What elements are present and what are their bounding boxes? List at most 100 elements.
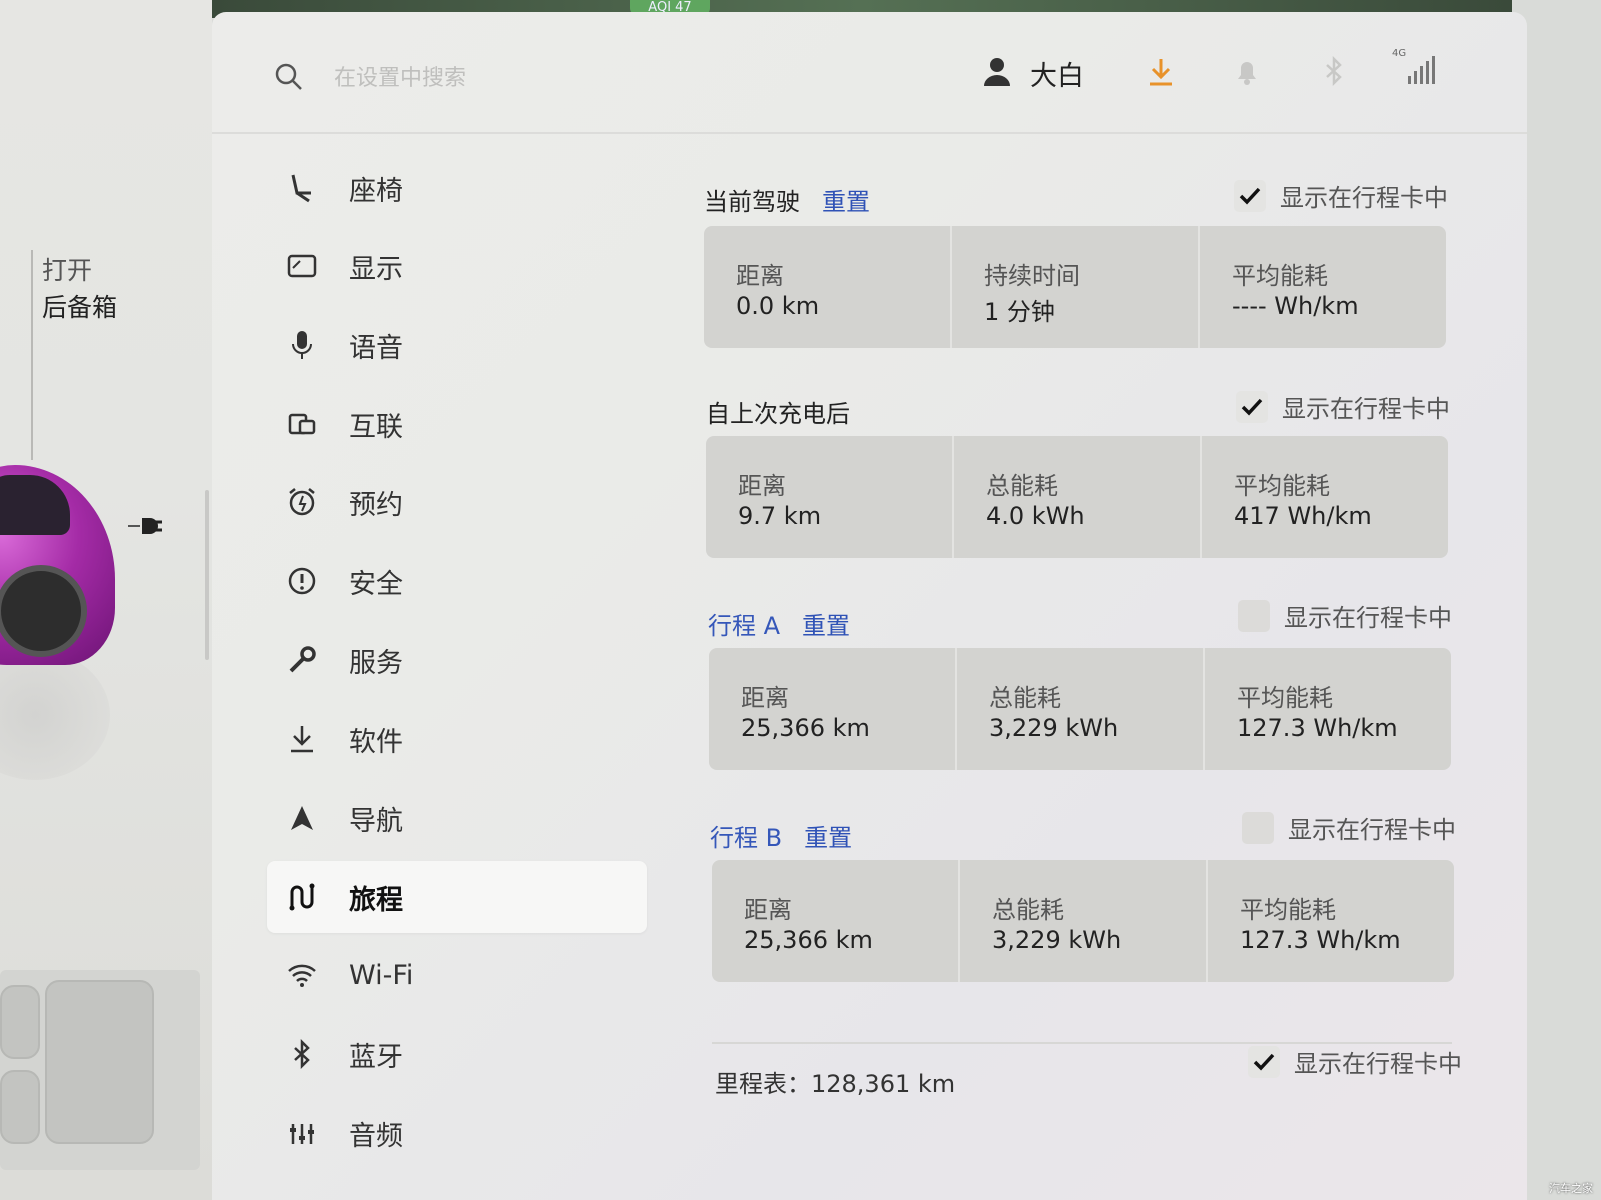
- stat-key: 总能耗: [986, 472, 1058, 500]
- checkbox-label: 显示在行程卡中: [1288, 816, 1456, 844]
- stat-cell: 平均能耗 127.3 Wh/km: [1208, 860, 1454, 982]
- nav-item-safety[interactable]: 安全: [267, 545, 647, 617]
- show-in-trip-card-since-charge[interactable]: 显示在行程卡中: [1236, 389, 1450, 424]
- nav-label: 导航: [349, 805, 403, 837]
- checkbox-label: 显示在行程卡中: [1282, 395, 1450, 423]
- trip-a-card: 距离 25,366 km 总能耗 3,229 kWh 平均能耗 127.3 Wh/km: [709, 648, 1451, 770]
- stat-value: 4.0 kWh: [986, 502, 1085, 530]
- trip-icon: [285, 880, 319, 914]
- checkbox-checked[interactable]: [1236, 390, 1268, 423]
- open-trunk-button[interactable]: 打开 后备箱: [42, 252, 117, 326]
- show-in-trip-card-current[interactable]: 显示在行程卡中: [1234, 178, 1448, 213]
- seat-heater-card[interactable]: [0, 970, 200, 1170]
- nav-item-trips[interactable]: 旅程: [267, 861, 647, 933]
- stat-key: 平均能耗: [1232, 262, 1328, 290]
- cellular-signal-icon: [1408, 56, 1435, 84]
- nav-label: 旅程: [349, 884, 403, 916]
- microphone-icon: [285, 328, 319, 362]
- odometer: 里程表：128,361 km: [715, 1070, 956, 1098]
- connectivity-icon: [285, 407, 319, 441]
- nav-item-audio[interactable]: 音频: [267, 1097, 647, 1169]
- stat-key: 总能耗: [989, 684, 1061, 712]
- trunk-label-line1: 打开: [42, 256, 93, 285]
- nav-label: 软件: [349, 726, 403, 758]
- nav-item-wifi[interactable]: Wi-Fi: [267, 939, 647, 1011]
- nav-label: 预约: [349, 489, 403, 521]
- section-title: 行程 A: [708, 612, 781, 640]
- settings-panel: 大白 4G 座椅 显示: [212, 12, 1527, 1200]
- stat-cell: 总能耗 3,229 kWh: [960, 860, 1208, 982]
- reset-trip-a-button[interactable]: 重置: [802, 612, 850, 640]
- seat-icon: [0, 1070, 40, 1144]
- trunk-label-line2: 后备箱: [42, 293, 118, 322]
- show-in-trip-card-trip-a[interactable]: 显示在行程卡中: [1238, 598, 1452, 633]
- stat-key: 持续时间: [984, 262, 1080, 290]
- alert-circle-icon: [285, 564, 319, 598]
- nav-item-connectivity[interactable]: 互联: [267, 388, 647, 460]
- show-in-trip-card-odometer[interactable]: 显示在行程卡中: [1248, 1044, 1462, 1079]
- nav-item-software[interactable]: 软件: [267, 703, 647, 775]
- download-icon: [285, 722, 319, 756]
- stat-cell: 持续时间 1 分钟: [952, 226, 1200, 348]
- stat-key: 距离: [738, 472, 786, 500]
- stat-key: 平均能耗: [1237, 684, 1333, 712]
- seat-icon: [285, 171, 319, 205]
- bluetooth-icon[interactable]: [1322, 56, 1346, 86]
- stat-cell: 距离 25,366 km: [709, 648, 957, 770]
- stat-value: 417 Wh/km: [1234, 502, 1372, 530]
- trip-b-card: 距离 25,366 km 总能耗 3,229 kWh 平均能耗 127.3 Wh/km: [712, 860, 1454, 982]
- trip-a-title: 行程 A 重置: [708, 606, 850, 641]
- stat-value: 3,229 kWh: [989, 714, 1119, 742]
- nav-item-display[interactable]: 显示: [267, 230, 647, 302]
- trunk-divider: [31, 250, 33, 460]
- stat-cell: 平均能耗 ---- Wh/km: [1200, 226, 1446, 348]
- wifi-icon: [285, 958, 319, 992]
- car-reflection: [0, 650, 110, 780]
- nav-label: 蓝牙: [349, 1041, 403, 1073]
- nav-item-schedule[interactable]: 预约: [267, 466, 647, 538]
- download-update-icon[interactable]: [1147, 57, 1175, 87]
- reset-trip-b-button[interactable]: 重置: [804, 824, 852, 852]
- since-charge-card: 距离 9.7 km 总能耗 4.0 kWh 平均能耗 417 Wh/km: [706, 436, 1448, 558]
- stat-key: 距离: [741, 684, 789, 712]
- stat-value: 9.7 km: [738, 502, 822, 530]
- nav-label: Wi-Fi: [349, 959, 414, 991]
- checkbox-unchecked[interactable]: [1238, 599, 1270, 632]
- checkbox-label: 显示在行程卡中: [1294, 1050, 1462, 1078]
- bell-icon[interactable]: [1234, 57, 1260, 87]
- section-title: 自上次充电后: [706, 400, 850, 428]
- rear-bench-icon: [45, 980, 154, 1144]
- stat-value: 3,229 kWh: [992, 926, 1122, 954]
- nav-item-voice[interactable]: 语音: [267, 309, 647, 381]
- reset-current-drive-button[interactable]: 重置: [822, 188, 870, 216]
- watermark: 汽车之家: [1549, 1182, 1593, 1195]
- nav-label: 音频: [349, 1120, 403, 1152]
- stat-key: 距离: [736, 262, 784, 290]
- car-view-panel: 打开 后备箱: [0, 0, 212, 1200]
- section-title: 行程 B: [710, 824, 783, 852]
- nav-item-seats[interactable]: 座椅: [267, 152, 647, 224]
- nav-item-navigation[interactable]: 导航: [267, 782, 647, 854]
- nav-item-bluetooth[interactable]: 蓝牙: [267, 1018, 647, 1090]
- nav-item-service[interactable]: 服务: [267, 624, 647, 696]
- car-view-scrollbar[interactable]: [205, 490, 209, 660]
- alarm-clock-icon: [285, 485, 319, 519]
- audio-sliders-icon: [285, 1116, 319, 1150]
- stat-key: 总能耗: [992, 896, 1064, 924]
- checkbox-unchecked[interactable]: [1242, 811, 1274, 844]
- stat-cell: 总能耗 4.0 kWh: [954, 436, 1202, 558]
- wrench-icon: [285, 643, 319, 677]
- checkbox-checked[interactable]: [1234, 179, 1266, 212]
- user-name[interactable]: 大白: [1030, 54, 1084, 93]
- search-input[interactable]: [332, 60, 636, 96]
- trip-b-title: 行程 B 重置: [710, 818, 852, 853]
- checkbox-checked[interactable]: [1248, 1045, 1280, 1078]
- show-in-trip-card-trip-b[interactable]: 显示在行程卡中: [1242, 810, 1456, 845]
- stat-value: 0.0 km: [736, 292, 820, 320]
- stat-value: ---- Wh/km: [1232, 292, 1359, 320]
- current-drive-card: 距离 0.0 km 持续时间 1 分钟 平均能耗 ---- Wh/km: [704, 226, 1446, 348]
- user-icon[interactable]: [982, 56, 1012, 88]
- charge-port-icon[interactable]: [128, 510, 164, 542]
- navigation-arrow-icon: [285, 801, 319, 835]
- stat-cell: 总能耗 3,229 kWh: [957, 648, 1205, 770]
